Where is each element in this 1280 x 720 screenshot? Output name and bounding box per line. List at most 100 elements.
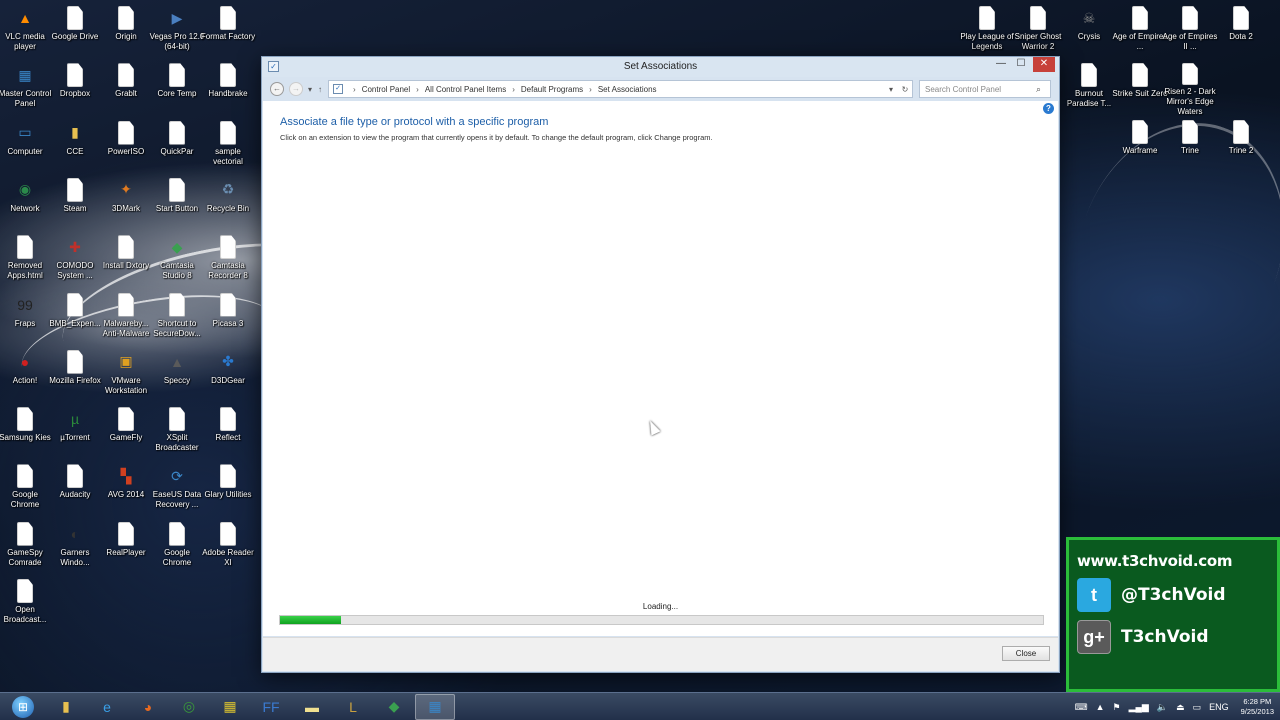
- desktop-icon[interactable]: Install Dxtory: [101, 231, 151, 289]
- desktop-icon[interactable]: ▭ Computer: [0, 117, 50, 175]
- desktop-icon[interactable]: ▲ VLC media player: [0, 2, 50, 60]
- minimize-button[interactable]: —: [991, 57, 1011, 72]
- desktop-icon[interactable]: Sniper Ghost Warrior 2: [1013, 2, 1063, 60]
- volume-icon[interactable]: 🔈: [1157, 702, 1168, 713]
- desktop-icon[interactable]: Google Drive: [50, 2, 100, 60]
- taskbar-file-explorer[interactable]: ▮: [46, 694, 86, 720]
- desktop-icon[interactable]: XSplit Broadcaster: [152, 403, 202, 461]
- search-icon[interactable]: ⌕: [1036, 84, 1050, 95]
- keyboard-icon[interactable]: ⌨: [1075, 702, 1088, 713]
- desktop-icon[interactable]: Shortcut to SecureDow...: [152, 289, 202, 347]
- desktop-icon[interactable]: Play League of Legends: [960, 2, 1014, 60]
- desktop-icon[interactable]: Age of Empires ...: [1113, 2, 1167, 60]
- desktop-icon[interactable]: Samsung Kies: [0, 403, 51, 461]
- desktop-icon[interactable]: Dropbox: [50, 59, 100, 117]
- desktop-icon[interactable]: sample vectorial: [203, 117, 253, 175]
- desktop-icon[interactable]: PowerISO: [101, 117, 151, 175]
- desktop-icon[interactable]: ◆ Camtasia Studio 8: [152, 231, 202, 289]
- desktop-icon[interactable]: ▣ VMware Workstation: [101, 346, 151, 404]
- network-tray-icon[interactable]: ▂▄▆: [1129, 702, 1149, 713]
- desktop-icon[interactable]: ▶ Vegas Pro 12.0 (64-bit): [150, 2, 205, 60]
- taskbar-firefox[interactable]: ◕: [128, 694, 168, 720]
- desktop-icon[interactable]: Core Temp: [152, 59, 202, 117]
- taskbar-league[interactable]: L: [333, 694, 373, 720]
- desktop-icon[interactable]: ◐ Garners Windo...: [50, 518, 100, 576]
- desktop-icon[interactable]: ✚ COMODO System ...: [50, 231, 100, 289]
- desktop-icon[interactable]: ▲ Speccy: [152, 346, 202, 404]
- desktop-icon[interactable]: ☠ Crysis: [1064, 2, 1114, 60]
- desktop-icon[interactable]: ◉ Network: [0, 174, 50, 232]
- desktop-icon[interactable]: Malwareby... Anti-Malware: [101, 289, 151, 347]
- desktop-icon[interactable]: Risen 2 - Dark Mirror's Edge Waters: [1164, 59, 1216, 117]
- desktop-icon[interactable]: Removed Apps.html: [0, 231, 50, 289]
- taskbar-chrome[interactable]: ◎: [169, 694, 209, 720]
- address-bar[interactable]: ✓ › Control Panel › All Control Panel It…: [328, 80, 913, 98]
- taskbar-app[interactable]: ▦: [210, 694, 250, 720]
- address-dropdown-icon[interactable]: ▾: [884, 85, 898, 94]
- recent-pages-dropdown[interactable]: ▾: [308, 85, 312, 94]
- taskbar-notes[interactable]: ▬: [292, 694, 332, 720]
- language-indicator[interactable]: ENG: [1209, 702, 1229, 712]
- desktop-icon[interactable]: Audacity: [50, 460, 100, 518]
- breadcrumb-all-items[interactable]: All Control Panel Items: [425, 85, 506, 94]
- breadcrumb-default-programs[interactable]: Default Programs: [521, 85, 583, 94]
- refresh-icon[interactable]: ↻: [898, 85, 912, 94]
- desktop-icon[interactable]: QuickPar: [152, 117, 202, 175]
- desktop-icon[interactable]: ✦ 3DMark: [101, 174, 151, 232]
- desktop-icon[interactable]: ▦ Master Control Panel: [0, 59, 51, 117]
- up-button[interactable]: ↑: [318, 85, 322, 94]
- desktop-icon[interactable]: 99 Fraps: [0, 289, 50, 347]
- close-window-button[interactable]: ✕: [1033, 57, 1055, 72]
- desktop-icon[interactable]: Mozilla Firefox: [49, 346, 101, 404]
- desktop-icon[interactable]: Handbrake: [203, 59, 253, 117]
- desktop-icon[interactable]: Grablt: [101, 59, 151, 117]
- taskbar-control-panel[interactable]: ▦: [415, 693, 455, 720]
- desktop-icon[interactable]: Start Button: [152, 174, 202, 232]
- usb-icon[interactable]: ⏏: [1176, 702, 1185, 713]
- desktop-icon[interactable]: Dota 2: [1216, 2, 1266, 60]
- taskbar-camtasia[interactable]: ◆: [374, 694, 414, 720]
- desktop-icon[interactable]: Format Factory: [201, 2, 255, 60]
- desktop-icon[interactable]: Reflect: [203, 403, 253, 461]
- desktop-icon[interactable]: Glary Utilities: [203, 460, 253, 518]
- maximize-button[interactable]: ☐: [1011, 57, 1031, 72]
- desktop-icon[interactable]: ♻ Recycle Bin: [203, 174, 253, 232]
- desktop-icon[interactable]: Age of Empires II ...: [1163, 2, 1217, 60]
- search-input[interactable]: Search Control Panel: [925, 85, 1036, 94]
- desktop-icon[interactable]: Google Chrome: [0, 460, 50, 518]
- battery-icon[interactable]: ▭: [1193, 702, 1202, 713]
- desktop-icon[interactable]: Burnout Paradise T...: [1064, 59, 1114, 117]
- desktop-icon[interactable]: GameFly: [101, 403, 151, 461]
- forward-button[interactable]: →: [289, 82, 303, 96]
- desktop-icon[interactable]: Open Broadcast...: [0, 575, 50, 633]
- desktop-icon[interactable]: BMB_Expen...: [49, 289, 101, 347]
- clock[interactable]: 6:28 PM 9/25/2013: [1241, 697, 1274, 717]
- desktop-icon[interactable]: Warframe: [1115, 116, 1165, 174]
- desktop-icon[interactable]: µ µTorrent: [50, 403, 100, 461]
- desktop-icon[interactable]: ⟳ EaseUS Data Recovery ...: [152, 460, 202, 518]
- desktop-icon[interactable]: Google Chrome: [152, 518, 202, 576]
- desktop-icon[interactable]: GameSpy Comrade: [0, 518, 50, 576]
- help-icon[interactable]: ?: [1043, 103, 1054, 114]
- desktop-icon[interactable]: ▮ CCE: [50, 117, 100, 175]
- desktop-icon[interactable]: ● Action!: [0, 346, 50, 404]
- desktop-icon[interactable]: Trine 2: [1216, 116, 1266, 174]
- desktop-icon[interactable]: ▚ AVG 2014: [101, 460, 151, 518]
- close-button[interactable]: Close: [1002, 646, 1050, 661]
- desktop-icon[interactable]: Steam: [50, 174, 100, 232]
- desktop-icon[interactable]: Picasa 3: [203, 289, 253, 347]
- back-button[interactable]: ←: [270, 82, 284, 96]
- desktop-icon[interactable]: ✤ D3DGear: [203, 346, 253, 404]
- action-center-flag-icon[interactable]: ⚑: [1113, 702, 1121, 713]
- desktop-icon[interactable]: Adobe Reader XI: [202, 518, 254, 576]
- taskbar-internet-explorer[interactable]: e: [87, 694, 127, 720]
- taskbar-format-factory[interactable]: FF: [251, 694, 291, 720]
- search-box[interactable]: Search Control Panel ⌕: [919, 80, 1051, 98]
- desktop-icon[interactable]: Strike Suit Zero: [1112, 59, 1168, 117]
- show-hidden-icons-icon[interactable]: ▲: [1096, 702, 1105, 712]
- start-button[interactable]: ⊞: [0, 693, 46, 720]
- desktop-icon[interactable]: Origin: [101, 2, 151, 60]
- breadcrumb-set-associations[interactable]: Set Associations: [598, 85, 657, 94]
- desktop-icon[interactable]: Trine: [1165, 116, 1215, 174]
- desktop-icon[interactable]: Camtasia Recorder 8: [203, 231, 253, 289]
